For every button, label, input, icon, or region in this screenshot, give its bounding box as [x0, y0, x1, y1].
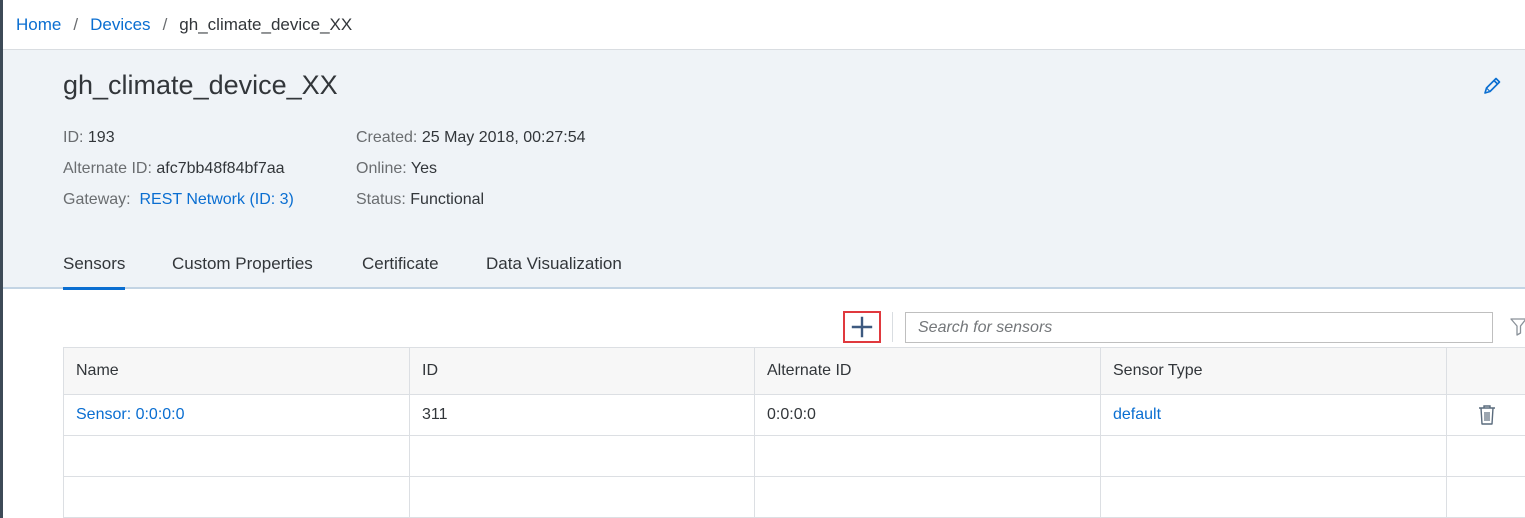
column-header-id[interactable]: ID: [409, 347, 755, 395]
attr-online: Online: Yes: [356, 153, 586, 184]
attr-online-value: Yes: [410, 160, 437, 177]
delete-sensor-button[interactable]: [1478, 404, 1496, 426]
cell-sensor-type: default: [1100, 394, 1447, 436]
attr-gateway: Gateway: REST Network (ID: 3): [63, 184, 294, 215]
empty-cell: [754, 476, 1101, 518]
column-header-name[interactable]: Name: [63, 347, 410, 395]
breadcrumb-home-link[interactable]: Home: [16, 15, 61, 34]
cell-actions: [1446, 394, 1525, 436]
gateway-link[interactable]: REST Network (ID: 3): [139, 191, 293, 208]
page-title: gh_climate_device_XX: [63, 70, 338, 100]
device-header: gh_climate_device_XX ID: 193 Alternate I…: [3, 50, 1525, 290]
device-attributes-right: Created: 25 May 2018, 00:27:54 Online: Y…: [356, 122, 586, 215]
breadcrumb-separator: /: [162, 15, 168, 34]
table-header-row: Name ID Alternate ID Sensor Type: [63, 347, 1525, 395]
attr-id-label: ID:: [63, 129, 84, 146]
attr-gateway-label: Gateway:: [63, 191, 131, 208]
column-header-alternate-id[interactable]: Alternate ID: [754, 347, 1101, 395]
table-row-empty: [63, 476, 1525, 518]
breadcrumb: Home / Devices / gh_climate_device_XX: [3, 0, 1525, 50]
empty-cell: [409, 435, 755, 477]
column-header-actions: [1446, 347, 1525, 395]
empty-cell: [63, 476, 410, 518]
empty-cell: [1100, 435, 1447, 477]
column-header-sensor-type[interactable]: Sensor Type: [1100, 347, 1447, 395]
attr-status: Status: Functional: [356, 184, 586, 215]
attr-alt-id-value: afc7bb48f84bf7aa: [156, 160, 285, 177]
search-input[interactable]: [905, 312, 1493, 343]
empty-cell: [1100, 476, 1447, 518]
attr-created: Created: 25 May 2018, 00:27:54: [356, 122, 586, 153]
empty-cell: [63, 435, 410, 477]
device-attributes-left: ID: 193 Alternate ID: afc7bb48f84bf7aa G…: [63, 122, 294, 215]
cell-alternate-id: 0:0:0:0: [754, 394, 1101, 436]
attr-created-value: 25 May 2018, 00:27:54: [421, 129, 586, 146]
pencil-icon: [1484, 77, 1501, 94]
empty-cell: [754, 435, 1101, 477]
sensors-table: Name ID Alternate ID Sensor Type Sensor:…: [63, 347, 1525, 518]
filter-icon: [1510, 318, 1525, 336]
sensor-name-link[interactable]: Sensor: 0:0:0:0: [76, 406, 185, 423]
breadcrumb-separator: /: [73, 15, 79, 34]
trash-icon: [1478, 405, 1495, 425]
table-row-empty: [63, 435, 1525, 477]
breadcrumb-devices-link[interactable]: Devices: [90, 15, 150, 34]
plus-icon: [851, 316, 873, 338]
attr-alt-id: Alternate ID: afc7bb48f84bf7aa: [63, 153, 294, 184]
tab-custom-properties[interactable]: Custom Properties: [172, 253, 313, 287]
tab-sensors[interactable]: Sensors: [63, 253, 126, 290]
edit-button[interactable]: [1481, 75, 1503, 97]
attr-status-label: Status:: [356, 191, 406, 208]
toolbar-separator: [892, 312, 893, 342]
tab-certificate[interactable]: Certificate: [362, 253, 439, 287]
attr-online-label: Online:: [356, 160, 407, 177]
table-row: Sensor: 0:0:0:0 311 0:0:0:0 default: [63, 394, 1525, 436]
empty-cell: [409, 476, 755, 518]
empty-cell: [1446, 435, 1525, 477]
filter-button[interactable]: [1510, 317, 1525, 337]
attr-status-value: Functional: [410, 191, 485, 208]
attr-created-label: Created:: [356, 129, 418, 146]
attr-alt-id-label: Alternate ID:: [63, 160, 152, 177]
add-sensor-button[interactable]: [843, 311, 881, 343]
cell-id: 311: [409, 394, 755, 436]
sensor-type-link[interactable]: default: [1113, 406, 1161, 423]
breadcrumb-current: gh_climate_device_XX: [179, 15, 353, 34]
tab-data-visualization[interactable]: Data Visualization: [486, 253, 622, 287]
empty-cell: [1446, 476, 1525, 518]
attr-id: ID: 193: [63, 122, 294, 153]
cell-name: Sensor: 0:0:0:0: [63, 394, 410, 436]
attr-id-value: 193: [87, 129, 115, 146]
